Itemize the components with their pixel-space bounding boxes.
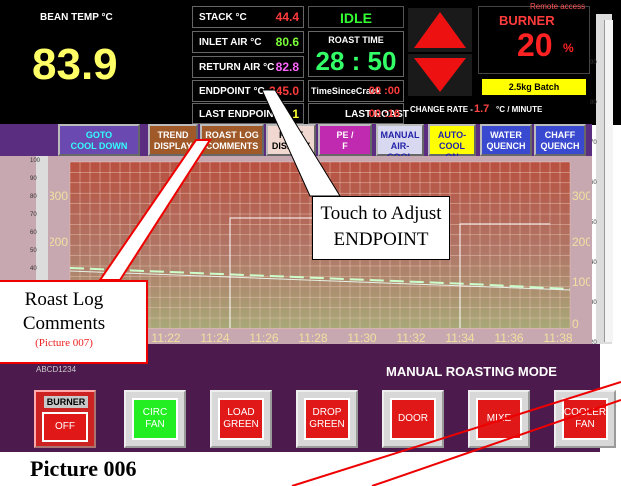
callout-line: Touch to Adjust: [320, 203, 442, 224]
roastlog-callout: Roast Log Comments (Picture 007): [0, 280, 148, 364]
pointer-line: [371, 399, 621, 486]
callout-line: ENDPOINT: [333, 229, 429, 250]
callout-line: Roast Log: [24, 289, 104, 310]
adjust-endpoint-callout: Touch to Adjust ENDPOINT: [312, 196, 450, 260]
pointer-line: [291, 381, 621, 486]
callout-line: Comments: [22, 313, 106, 334]
roastlog-pointer: [98, 139, 212, 281]
endpoint-pointer: [261, 89, 341, 197]
callout-picture-ref: (Picture 007): [35, 337, 93, 349]
callout-lines: [98, 89, 621, 486]
